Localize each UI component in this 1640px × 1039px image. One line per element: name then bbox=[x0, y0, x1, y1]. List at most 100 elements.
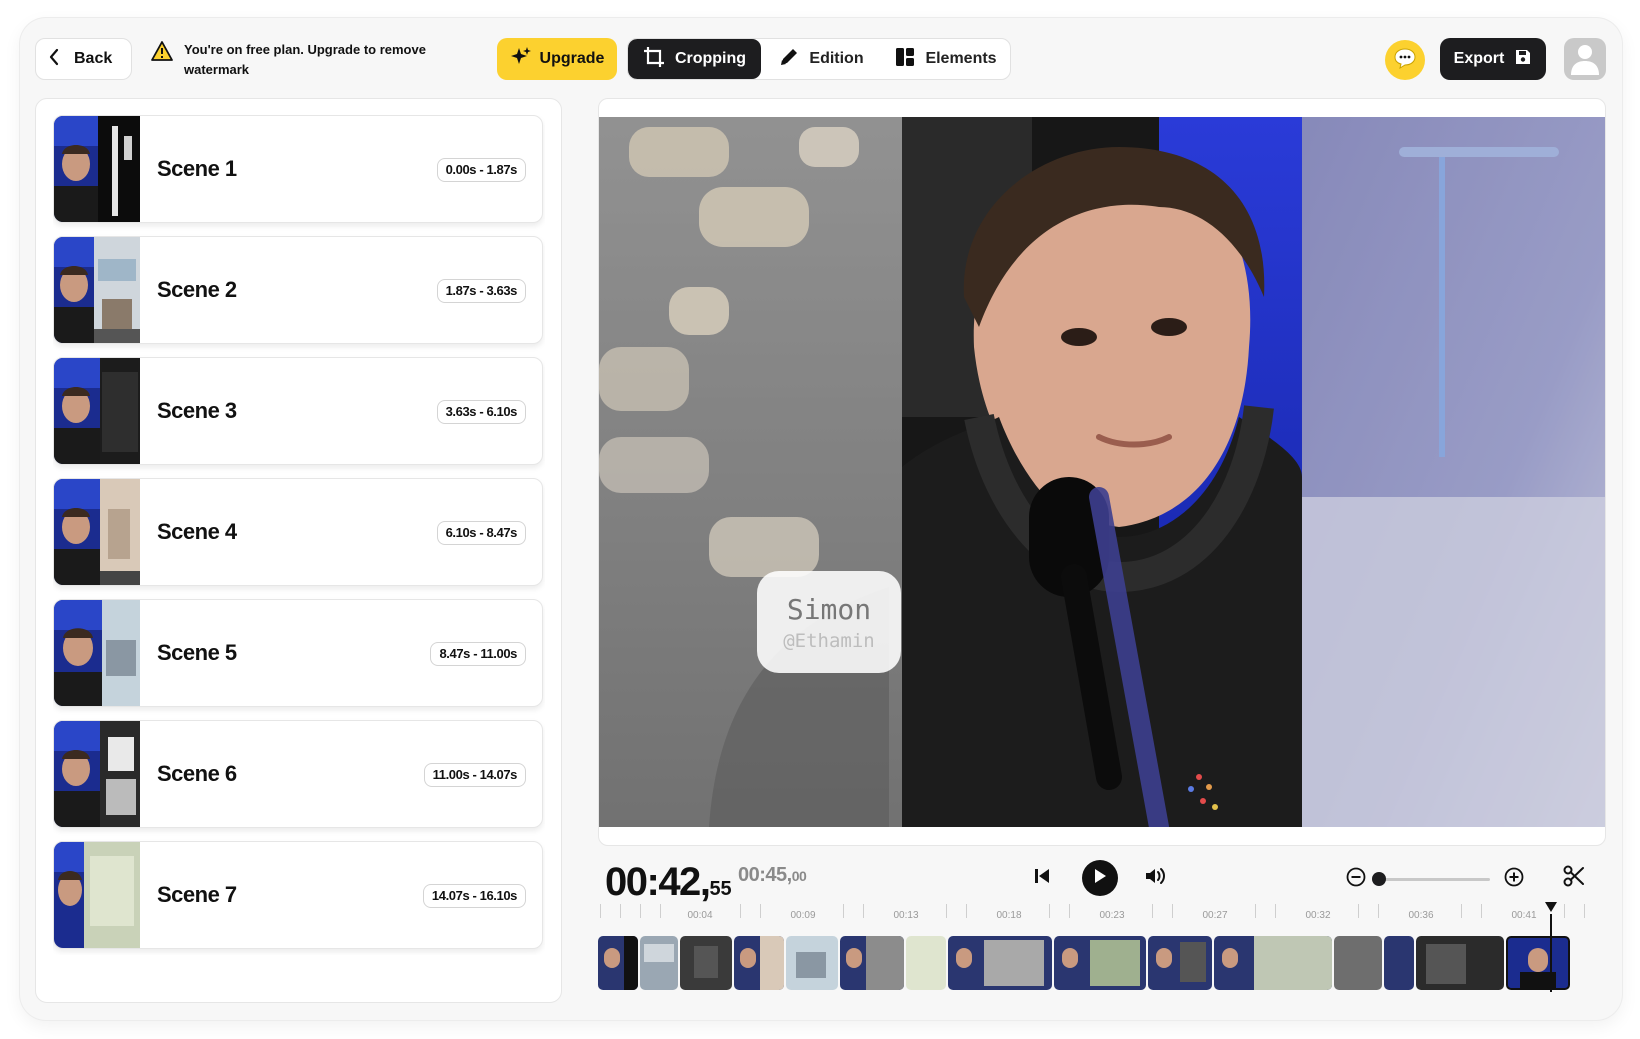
user-avatar[interactable] bbox=[1564, 38, 1606, 80]
scene-thumbnail bbox=[54, 479, 140, 585]
ruler-tick bbox=[1358, 904, 1359, 918]
scene-time-badge: 11.00s - 14.07s bbox=[423, 763, 526, 787]
timeline-clip[interactable] bbox=[598, 936, 638, 990]
ruler-tick bbox=[740, 904, 741, 918]
tab-edition[interactable]: Edition bbox=[761, 39, 882, 79]
chat-button[interactable] bbox=[1385, 40, 1425, 80]
name-tag-name: Simon bbox=[786, 592, 872, 626]
scene-card[interactable]: Scene 2 1.87s - 3.63s bbox=[53, 236, 543, 344]
scene-card[interactable]: Scene 3 3.63s - 6.10s bbox=[53, 357, 543, 465]
tab-cropping[interactable]: Cropping bbox=[628, 39, 761, 79]
crop-icon bbox=[643, 46, 665, 73]
ruler-label: 00:09 bbox=[790, 910, 816, 921]
scene-card[interactable]: Scene 4 6.10s - 8.47s bbox=[53, 478, 543, 586]
playhead-line[interactable] bbox=[1550, 914, 1552, 992]
layout-icon bbox=[895, 47, 915, 72]
scene-time-badge: 0.00s - 1.87s bbox=[436, 158, 526, 182]
total-duration: 00:45,00 bbox=[738, 864, 807, 886]
ruler-tick bbox=[966, 904, 967, 918]
timeline-clip[interactable] bbox=[680, 936, 732, 990]
plus-circle-icon bbox=[1504, 867, 1524, 892]
ruler-tick bbox=[1378, 904, 1379, 918]
current-time-ms: 55 bbox=[709, 878, 732, 900]
zoom-out-button[interactable] bbox=[1345, 867, 1367, 890]
sparkle-icon bbox=[510, 46, 532, 73]
scene-list[interactable]: Scene 1 0.00s - 1.87s Scene 2 1.87s - 3.… bbox=[53, 115, 545, 955]
export-button[interactable]: Export bbox=[1440, 38, 1546, 80]
scene-thumbnail bbox=[54, 237, 140, 343]
timeline-filmstrip[interactable] bbox=[598, 936, 1606, 990]
play-button[interactable] bbox=[1082, 860, 1118, 896]
timeline-clip[interactable] bbox=[948, 936, 1052, 990]
ruler-tick bbox=[1481, 904, 1482, 918]
scene-card[interactable]: Scene 5 8.47s - 11.00s bbox=[53, 599, 543, 707]
scene-title: Scene 7 bbox=[157, 882, 237, 907]
timeline-clip[interactable] bbox=[1214, 936, 1332, 990]
video-frame-image bbox=[599, 117, 1605, 827]
play-icon bbox=[1093, 868, 1107, 889]
zoom-slider-handle[interactable] bbox=[1372, 872, 1386, 886]
mode-tabs: Cropping Edition Elements bbox=[627, 38, 1011, 80]
back-button[interactable]: Back bbox=[35, 38, 132, 80]
volume-button[interactable] bbox=[1142, 864, 1170, 892]
skip-to-start-button[interactable] bbox=[1028, 864, 1056, 892]
user-icon bbox=[1567, 41, 1603, 80]
timeline-clip[interactable] bbox=[786, 936, 838, 990]
ruler-tick bbox=[660, 904, 661, 918]
scene-card[interactable]: Scene 7 14.07s - 16.10s bbox=[53, 841, 543, 949]
zoom-in-button[interactable] bbox=[1503, 867, 1525, 892]
ruler-tick bbox=[1152, 904, 1153, 918]
scene-thumbnail bbox=[54, 721, 140, 827]
free-plan-notice: You're on free plan. Upgrade to remove w… bbox=[150, 40, 450, 80]
scene-card[interactable]: Scene 6 11.00s - 14.07s bbox=[53, 720, 543, 828]
timeline-clip[interactable] bbox=[906, 936, 946, 990]
scissors-icon bbox=[1562, 864, 1586, 893]
timeline-clip[interactable] bbox=[1148, 936, 1212, 990]
timeline-clip-current[interactable] bbox=[1506, 936, 1570, 990]
scene-time-badge: 14.07s - 16.10s bbox=[422, 884, 526, 908]
timeline-clip[interactable] bbox=[1054, 936, 1146, 990]
timeline-clip[interactable] bbox=[840, 936, 904, 990]
ruler-label: 00:41 bbox=[1511, 910, 1537, 921]
top-bar: Back You're on free plan. Upgrade to rem… bbox=[20, 18, 1622, 98]
zoom-slider-track[interactable] bbox=[1380, 878, 1490, 881]
scene-title: Scene 6 bbox=[157, 761, 237, 786]
pencil-icon bbox=[779, 47, 799, 72]
timeline-clip[interactable] bbox=[1416, 936, 1504, 990]
export-label: Export bbox=[1453, 50, 1505, 67]
timeline-clip[interactable] bbox=[1384, 936, 1414, 990]
scene-card[interactable]: Scene 1 0.00s - 1.87s bbox=[53, 115, 543, 223]
upgrade-button[interactable]: Upgrade bbox=[497, 38, 617, 80]
current-time: 00:42,55 bbox=[605, 860, 732, 904]
playhead-handle[interactable] bbox=[1545, 902, 1557, 912]
scene-title: Scene 4 bbox=[157, 519, 237, 544]
ruler-tick bbox=[1584, 904, 1585, 918]
ruler-label: 00:36 bbox=[1408, 910, 1434, 921]
scene-time-badge: 8.47s - 11.00s bbox=[430, 642, 526, 666]
timeline-clip[interactable] bbox=[640, 936, 678, 990]
scene-title: Scene 2 bbox=[157, 277, 237, 302]
scene-time-badge: 3.63s - 6.10s bbox=[436, 400, 526, 424]
ruler-tick bbox=[1461, 904, 1462, 918]
ruler-tick bbox=[1255, 904, 1256, 918]
tab-elements-label: Elements bbox=[925, 50, 997, 67]
tab-elements[interactable]: Elements bbox=[882, 39, 1010, 79]
ruler-tick bbox=[620, 904, 621, 918]
ruler-label: 00:32 bbox=[1305, 910, 1331, 921]
chat-bubble-icon bbox=[1393, 47, 1417, 74]
name-tag-overlay[interactable]: Simon @Ethamin bbox=[757, 571, 901, 673]
scene-thumbnail bbox=[54, 600, 140, 706]
timeline-clip[interactable] bbox=[1334, 936, 1382, 990]
scene-thumbnail bbox=[54, 358, 140, 464]
timeline-ruler[interactable]: 00:04 00:09 00:13 00:18 00:23 00:27 00:3… bbox=[600, 904, 1606, 926]
split-button[interactable] bbox=[1560, 864, 1588, 892]
scene-title: Scene 3 bbox=[157, 398, 237, 423]
scene-thumbnail bbox=[54, 116, 140, 222]
current-time-main: 00:42 bbox=[605, 860, 701, 904]
scene-title: Scene 1 bbox=[157, 156, 237, 181]
scene-panel: Scene 1 0.00s - 1.87s Scene 2 1.87s - 3.… bbox=[35, 98, 562, 1003]
timeline-clip[interactable] bbox=[734, 936, 784, 990]
ruler-tick bbox=[946, 904, 947, 918]
scene-time-badge: 1.87s - 3.63s bbox=[436, 279, 526, 303]
video-preview[interactable]: Simon @Ethamin bbox=[599, 117, 1605, 827]
